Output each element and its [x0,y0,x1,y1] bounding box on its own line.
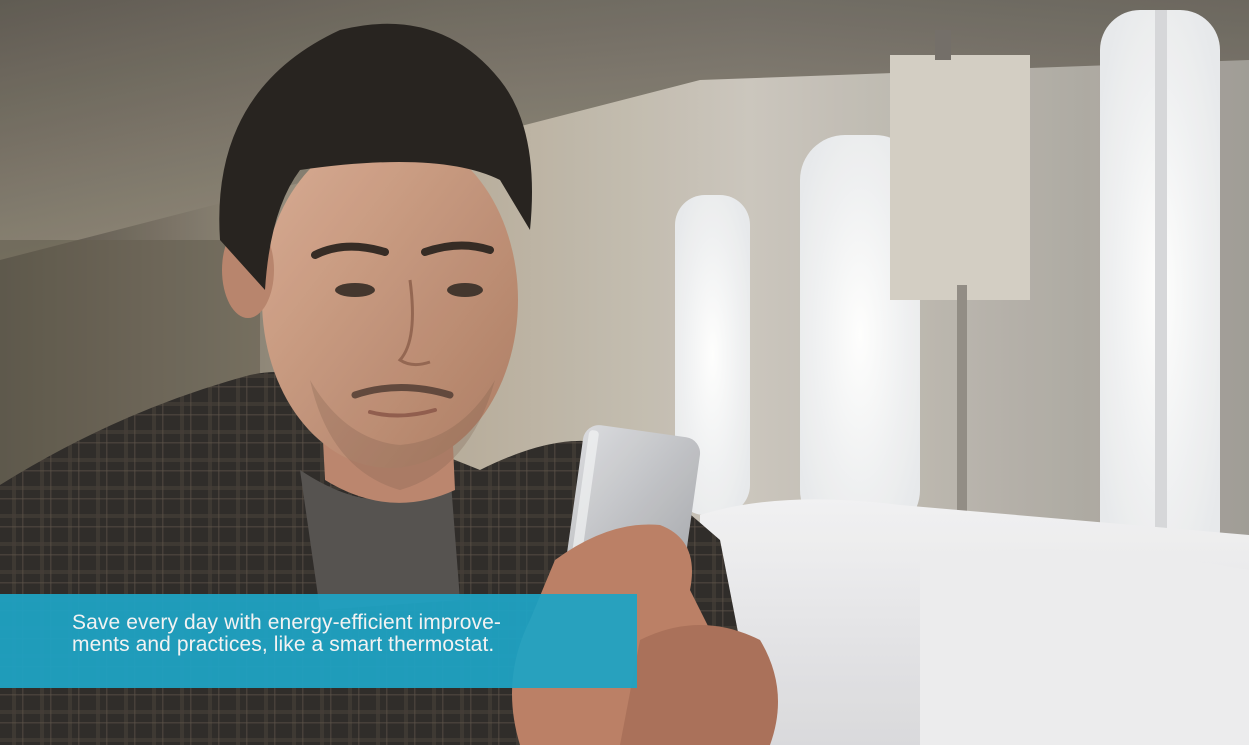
caption-line-2: ments and practices, like a smart thermo… [72,633,495,656]
hero-image-frame: Save every day with energy-efficient imp… [0,0,1249,745]
caption-text: Save every day with energy-efficient imp… [72,612,625,656]
caption-line-1: Save every day with energy-efficient imp… [72,611,501,634]
caption-banner: Save every day with energy-efficient imp… [0,594,637,688]
